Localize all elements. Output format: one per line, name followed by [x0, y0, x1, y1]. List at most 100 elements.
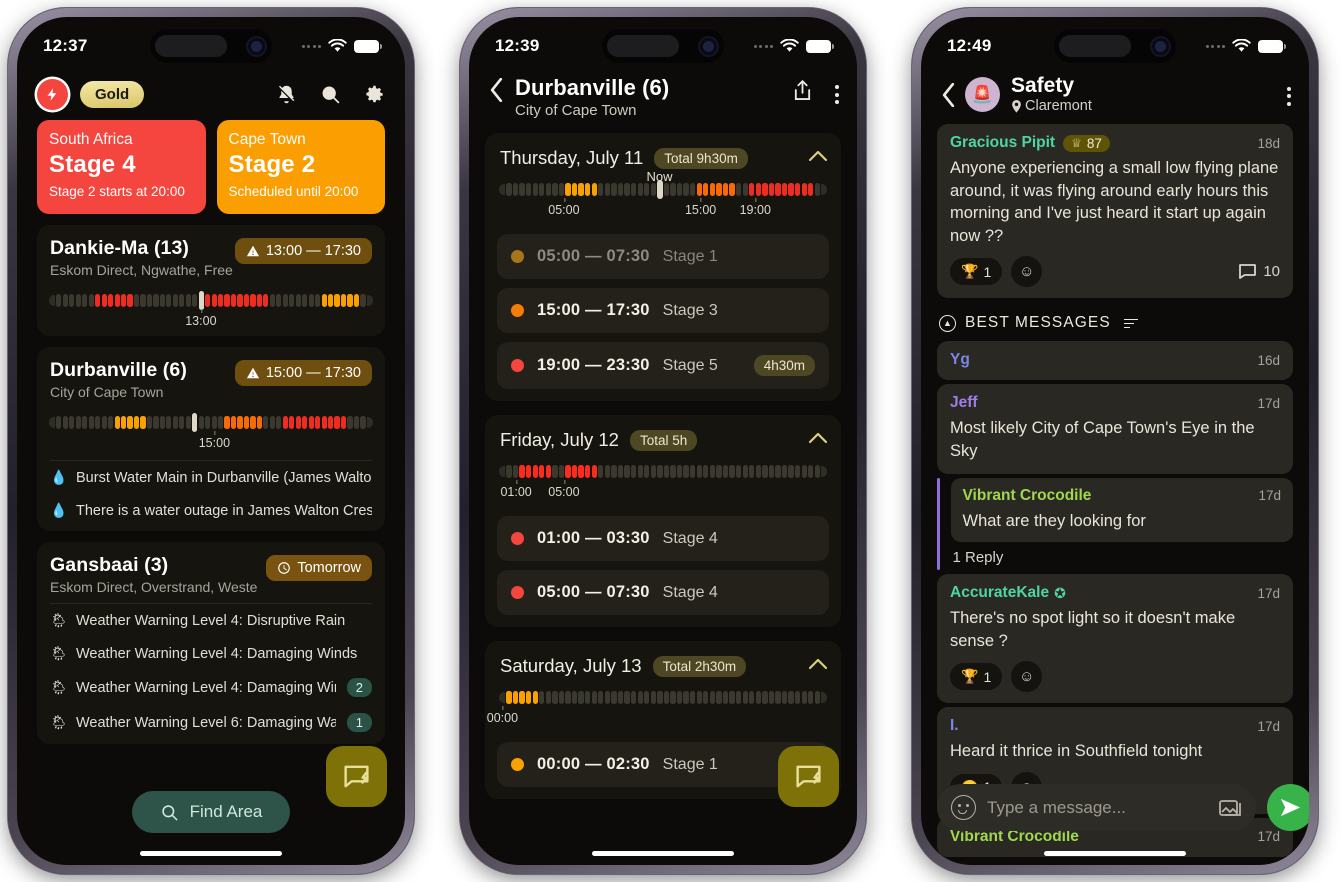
outage-timeline[interactable]: 01:00 05:00 [497, 451, 829, 507]
area-status-pill[interactable]: 13:00 — 17:30 [234, 238, 372, 265]
phone-1-screen: 12:37 Gold South Africa Stage 4 Stage 2 … [17, 17, 405, 865]
reply-message-card[interactable]: Vibrant Crocodile 17d What are they lookin… [950, 477, 1293, 543]
alert-row[interactable]: 🌦 Weather Warning Level 4: Damaging Wind 2 [37, 670, 385, 705]
timeline-segment [211, 416, 217, 430]
warning-triangle-icon [246, 367, 259, 379]
timeline-segment [637, 183, 643, 196]
status-card-region: Cape Town [228, 131, 306, 148]
find-area-button[interactable]: Find Area [131, 791, 291, 833]
status-card-local[interactable]: Cape Town Stage 2 Scheduled until 20:00 [216, 120, 385, 215]
lightning-bolt-logo[interactable] [37, 79, 68, 110]
day-card-header[interactable]: Saturday, July 13 Total 2h30m [497, 653, 829, 677]
chevron-up-icon[interactable] [808, 431, 828, 449]
timeline-segment [185, 294, 191, 308]
message-card[interactable]: AccurateKale ✪ 17d There's no spot light so… [937, 574, 1293, 704]
outage-timeline[interactable]: Now 05:00 15:00 19:00 [497, 169, 829, 225]
stage-row[interactable]: 01:00 — 03:30 Stage 4 [497, 516, 829, 561]
tier-badge[interactable]: Gold [80, 81, 145, 108]
timeline-segment [525, 465, 532, 478]
timeline-segment [768, 691, 775, 704]
outage-timeline[interactable]: 13:00 [37, 284, 385, 336]
pinned-message-card[interactable]: Gracious Pipit ♕ 87 18d Anyone experienc… [937, 124, 1293, 299]
status-indicators [1205, 39, 1286, 53]
timeline-segment [276, 294, 282, 308]
timeline-segment [749, 465, 755, 478]
stage-row[interactable]: 19:00 — 23:30 Stage 5 4h30m [497, 342, 829, 389]
stage-row[interactable]: 05:00 — 07:30 Stage 1 [497, 234, 829, 279]
outage-timeline[interactable]: 00:00 [487, 677, 829, 733]
message-header: Yg 16d [950, 351, 1280, 369]
timeline-segment [153, 294, 159, 308]
alert-row[interactable]: 🌦 Weather Warning Level 4: Damaging Winds [37, 637, 385, 670]
chevron-up-icon[interactable] [808, 149, 828, 167]
dynamic-island-pill [1059, 35, 1131, 57]
reply-counter[interactable]: 10 [1239, 263, 1280, 280]
message-author[interactable]: I. [950, 717, 959, 735]
stage-row[interactable]: 15:00 — 17:30 Stage 3 [497, 288, 829, 333]
alert-row[interactable]: 🌦 Weather Warning Level 6: Damaging Wave 1 [37, 705, 385, 740]
message-card[interactable]: Yg 16d [937, 341, 1293, 381]
kebab-menu-icon[interactable] [835, 82, 839, 104]
emoji-icon[interactable] [951, 795, 976, 820]
area-card[interactable]: Gansbaai (3) Eskom Direct, Overstrand, We… [37, 542, 385, 745]
bell-off-icon[interactable] [275, 84, 297, 106]
chat-bolt-fab[interactable] [326, 746, 387, 807]
timeline-cap-right [366, 417, 373, 429]
chevron-up-icon[interactable] [808, 657, 828, 675]
area-status-pill[interactable]: Tomorrow [266, 555, 372, 582]
timeline-segment [611, 465, 617, 478]
image-icon[interactable] [1219, 797, 1242, 818]
add-emoji-icon[interactable]: ☺ [1011, 661, 1043, 693]
message-author[interactable]: Yg [950, 351, 970, 369]
reply-count-label[interactable]: 1 Reply [951, 542, 1294, 570]
alert-row[interactable]: 💧 There is a water outage in James Walton… [37, 494, 385, 527]
area-subtitle: City of Cape Town [50, 384, 164, 401]
chat-bolt-fab[interactable] [778, 746, 839, 807]
outage-timeline[interactable]: 15:00 [37, 406, 385, 458]
stage-row[interactable]: 05:00 — 07:30 Stage 4 [497, 570, 829, 615]
status-card-national[interactable]: South Africa Stage 4 Stage 2 starts at 2… [37, 120, 206, 215]
day-name: Thursday, July 11 [500, 147, 644, 168]
reaction-chip[interactable]: 🏆 1 [950, 663, 1003, 691]
dynamic-island [150, 29, 272, 63]
message-author[interactable]: Vibrant Crocodile [963, 487, 1092, 505]
back-chevron-icon[interactable] [483, 75, 509, 105]
timeline-segment [742, 465, 748, 478]
timeline-segment [114, 416, 120, 430]
area-card[interactable]: Durbanville (6) City of Cape Town 15:00 — … [37, 347, 385, 532]
stage-time-range: 05:00 — 07:30 [537, 583, 650, 601]
add-emoji-icon[interactable]: ☺ [1011, 256, 1043, 288]
timeline-segment [69, 294, 75, 308]
search-icon[interactable] [319, 84, 341, 106]
area-card[interactable]: Dankie-Ma (13) Eskom Direct, Ngwathe, Fre… [37, 225, 385, 337]
find-area-label: Find Area [189, 802, 263, 821]
message-input[interactable] [987, 797, 1208, 818]
timeline-segment [690, 183, 696, 196]
page-title: Safety [1011, 74, 1075, 97]
send-button[interactable] [1267, 784, 1309, 831]
composer-field[interactable] [937, 784, 1256, 831]
timeline-segment [532, 465, 538, 478]
timeline-segment [360, 294, 366, 308]
day-card-header[interactable]: Friday, July 12 Total 5h [497, 427, 829, 451]
timeline-segment [334, 416, 340, 430]
timeline-segment [709, 183, 715, 196]
area-status-pill[interactable]: 15:00 — 17:30 [234, 360, 372, 387]
day-card-header[interactable]: Thursday, July 11 Total 9h30m [497, 145, 829, 169]
alert-row[interactable]: 🌦 Weather Warning Level 4: Disruptive Rai… [37, 604, 385, 637]
back-chevron-icon[interactable] [935, 80, 961, 110]
message-author[interactable]: AccurateKale [950, 584, 1049, 602]
message-card[interactable]: Jeff 17d Most likely City of Cape Town's E… [937, 384, 1293, 474]
sort-icon[interactable] [1123, 318, 1138, 329]
alert-row[interactable]: 💧 Burst Water Main in Durbanville (James … [37, 461, 385, 494]
gear-icon[interactable] [363, 84, 385, 106]
siren-avatar-icon[interactable]: 🚨 [965, 77, 1000, 113]
timeline-segment [637, 465, 643, 478]
share-icon[interactable] [792, 79, 813, 107]
message-author[interactable]: Jeff [950, 394, 978, 412]
reaction-trophy[interactable]: 🏆 1 [950, 258, 1003, 286]
message-author[interactable]: Gracious Pipit [950, 134, 1055, 152]
timeline-segment [519, 183, 525, 196]
area-card-titles: Durbanville (6) City of Cape Town [50, 359, 187, 400]
kebab-menu-icon[interactable] [1287, 84, 1291, 106]
